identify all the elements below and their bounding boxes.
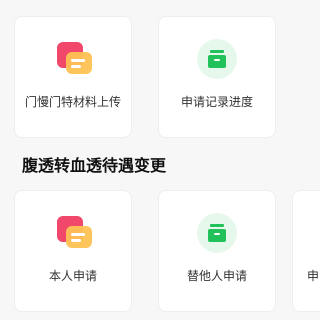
card-apply-for-others[interactable]: 替他人申请 <box>158 190 276 312</box>
card-label: 申 <box>307 269 320 283</box>
drawer-icon <box>197 39 237 79</box>
card-label: 门慢门特材料上传 <box>24 95 121 109</box>
card-label: 申请记录进度 <box>180 95 253 109</box>
card-label: 本人申请 <box>48 269 97 283</box>
document-upload-icon <box>53 39 93 79</box>
card-partial[interactable]: 申 <box>292 190 320 312</box>
section-title: 腹透转血透待遇变更 <box>22 156 167 175</box>
card-self-apply[interactable]: 本人申请 <box>14 190 132 312</box>
document-upload-icon <box>53 213 93 253</box>
page: 门慢门特材料上传 申请记录进度 腹透转血透待遇变更 本人申请 替他人申请 申 <box>0 0 320 320</box>
card-label: 替他人申请 <box>186 269 247 283</box>
card-application-progress[interactable]: 申请记录进度 <box>158 16 276 138</box>
drawer-icon <box>197 213 237 253</box>
card-materials-upload[interactable]: 门慢门特材料上传 <box>14 16 132 138</box>
